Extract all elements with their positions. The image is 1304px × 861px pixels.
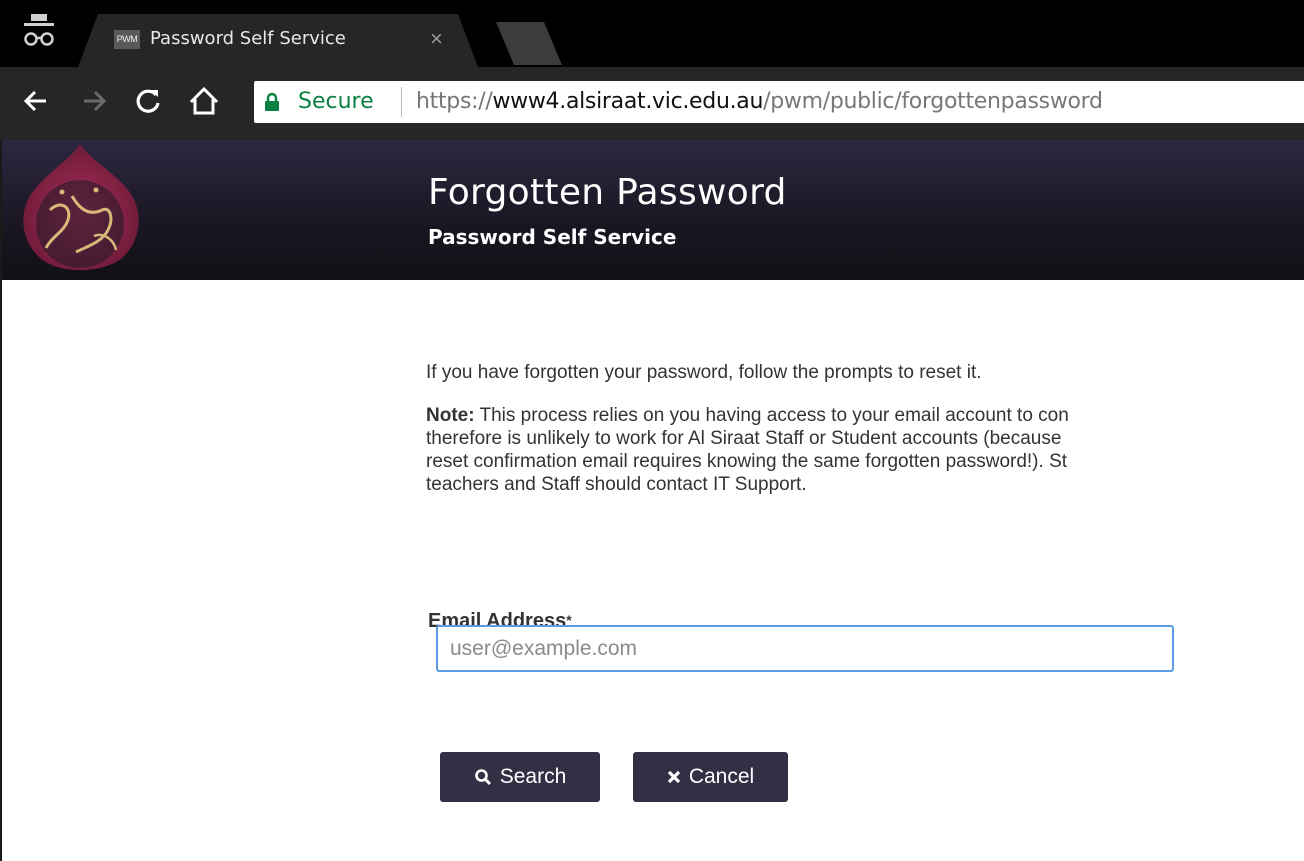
page-header: Forgotten Password Password Self Service <box>2 140 1304 280</box>
url-text[interactable]: https://www4.alsiraat.vic.edu.au/pwm/pub… <box>416 89 1103 114</box>
note-text: Note: This process relies on you having … <box>426 404 1304 496</box>
web-page: Forgotten Password Password Self Service… <box>0 140 1304 861</box>
note-line-3: reset confirmation email requires knowin… <box>426 451 1068 472</box>
note-line-4: teachers and Staff should contact IT Sup… <box>426 474 807 495</box>
cancel-button-label: Cancel <box>688 765 755 788</box>
incognito-icon <box>24 14 54 46</box>
new-tab-button[interactable] <box>496 22 562 65</box>
intro-text: If you have forgotten your password, fol… <box>426 362 982 383</box>
note-line-2: therefore is unlikely to work for Al Sir… <box>426 428 1062 449</box>
search-button[interactable]: Search <box>440 752 600 802</box>
instructions: If you have forgotten your password, fol… <box>426 362 1304 496</box>
page-title: Forgotten Password <box>428 172 787 213</box>
lock-icon <box>265 92 279 111</box>
url-path: /pwm/public/forgottenpassword <box>763 89 1103 114</box>
forward-icon[interactable] <box>76 83 112 119</box>
reload-icon[interactable] <box>130 83 166 119</box>
home-icon[interactable] <box>186 83 222 119</box>
cancel-button[interactable]: Cancel <box>633 752 788 802</box>
al-siraat-logo <box>23 144 139 270</box>
page-subtitle: Password Self Service <box>428 225 677 249</box>
url-scheme: https:// <box>416 89 493 114</box>
note-line-1: This process relies on you having access… <box>474 405 1069 426</box>
url-host: www4.alsiraat.vic.edu.au <box>492 89 764 114</box>
close-icon <box>667 770 680 784</box>
tab-title: Password Self Service <box>150 28 346 49</box>
back-icon[interactable] <box>18 83 54 119</box>
search-button-label: Search <box>499 765 567 788</box>
note-label: Note: <box>426 405 475 426</box>
secure-label: Secure <box>298 89 374 114</box>
tab-close-icon[interactable]: × <box>430 26 443 52</box>
email-input[interactable] <box>436 625 1174 672</box>
pwm-favicon-icon: PWM <box>114 30 140 49</box>
address-bar[interactable]: Secure https://www4.alsiraat.vic.edu.au/… <box>254 81 1304 123</box>
search-icon <box>474 769 491 786</box>
address-separator <box>401 87 402 117</box>
browser-tab-active[interactable]: PWM Password Self Service × <box>78 14 478 67</box>
browser-toolbar: Secure https://www4.alsiraat.vic.edu.au/… <box>0 67 1304 140</box>
tab-strip: PWM Password Self Service × <box>0 0 1304 67</box>
